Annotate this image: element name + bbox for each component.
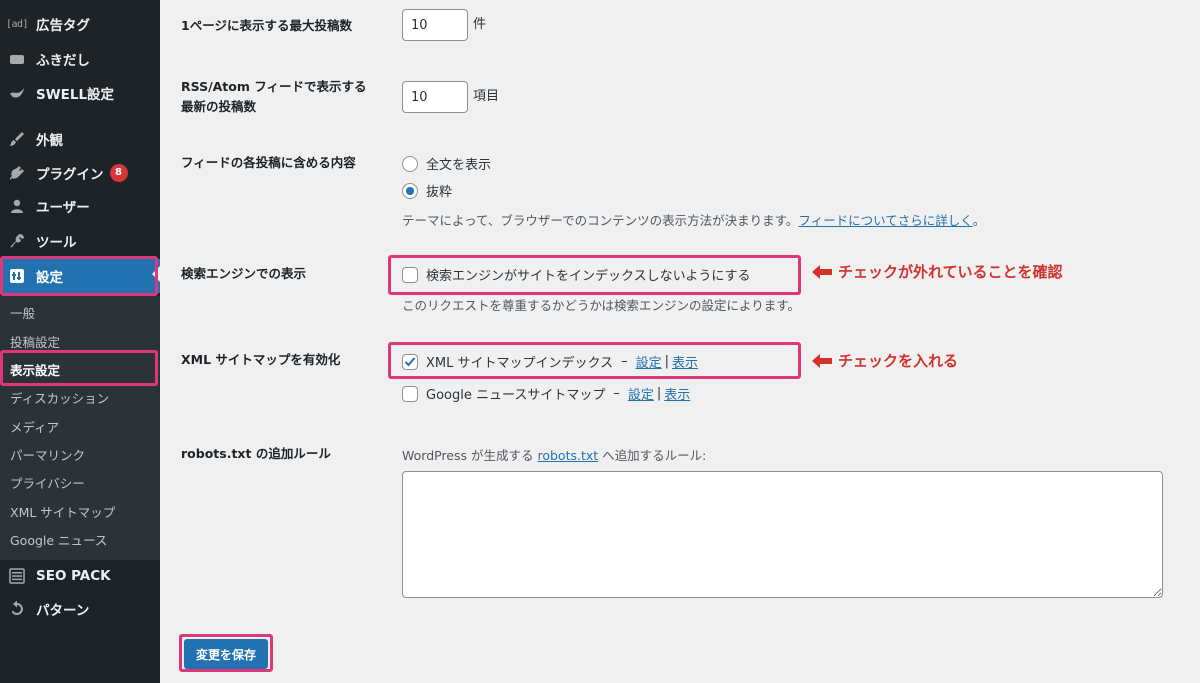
rss-content-label: フィードの各投稿に含める内容: [181, 155, 356, 170]
submenu-item-writing[interactable]: 投稿設定: [0, 328, 160, 354]
paintbrush-icon: [6, 129, 28, 149]
checkmark-icon: [404, 356, 416, 366]
posts-per-rss-unit: 項目: [473, 89, 500, 104]
submenu-item-permalinks[interactable]: パーマリンク: [0, 441, 160, 467]
robots-txt-label: robots.txt の追加ルール: [181, 446, 331, 461]
left-arrow-icon: [812, 264, 832, 279]
checkbox-label: Google ニュースサイトマップ: [426, 388, 606, 403]
ad-icon: [ad]: [5, 18, 29, 30]
menu-item-ad-tag[interactable]: [ad] 広告タグ: [0, 9, 160, 39]
menu-label: ツール: [36, 235, 77, 251]
search-engine-annotation: チェックが外れていることを確認: [812, 261, 1063, 282]
menu-item-plugins[interactable]: プラグイン 8: [0, 158, 160, 188]
posts-per-rss-label-line2: 最新の投稿数: [181, 99, 257, 114]
menu-item-users[interactable]: ユーザー: [0, 191, 160, 221]
posts-per-page-input[interactable]: [402, 9, 468, 41]
sitemap-view-link[interactable]: 表示: [672, 352, 698, 371]
submenu-item-media[interactable]: メディア: [0, 413, 160, 439]
posts-per-rss-label: RSS/Atom フィードで表示する 最新の投稿数: [181, 77, 367, 117]
menu-item-patterns[interactable]: パターン: [0, 594, 160, 624]
update-count-badge: 8: [109, 164, 128, 182]
search-engine-description: このリクエストを尊重するかどうかは検索エンジンの設定によります。: [402, 298, 801, 313]
submenu-item-xml-sitemap[interactable]: XML サイトマップ: [0, 498, 160, 524]
robots-txt-description: WordPress が生成する robots.txt へ追加するルール:: [402, 448, 707, 463]
main-content: 1ページに表示する最大投稿数 件 RSS/Atom フィードで表示する 最新の投…: [160, 0, 1200, 683]
posts-per-page-unit: 件: [473, 17, 487, 32]
menu-item-fukidashi[interactable]: ふきだし: [0, 44, 160, 74]
xml-sitemap-index-option[interactable]: XML サイトマップインデックス – 設定 | 表示: [402, 352, 698, 371]
menu-item-settings[interactable]: 設定: [0, 259, 160, 293]
rss-excerpt-radio[interactable]: 抜粋: [402, 181, 452, 200]
plugin-icon: [6, 163, 28, 183]
feed-help-link[interactable]: フィードについてさらに詳しく: [798, 213, 972, 228]
radio-button[interactable]: [402, 155, 418, 172]
discourage-search-engines-checkbox[interactable]: 検索エンジンがサイトをインデックスしないようにする: [402, 265, 750, 284]
rss-content-description: テーマによって、ブラウザーでのコンテンツの表示方法が決まります。フィードについて…: [402, 213, 986, 228]
save-changes-button[interactable]: 変更を保存: [184, 639, 268, 669]
user-icon: [6, 196, 28, 216]
robots-txt-textarea[interactable]: [402, 471, 1163, 598]
menu-label: SWELL設定: [36, 87, 115, 103]
radio-button-selected[interactable]: [402, 182, 418, 199]
menu-label: SEO PACK: [36, 568, 111, 584]
menu-item-tools[interactable]: ツール: [0, 226, 160, 256]
radio-label: 抜粋: [426, 185, 453, 200]
menu-label: ふきだし: [36, 53, 90, 69]
menu-label: 広告タグ: [36, 18, 90, 34]
wrench-icon: [6, 231, 28, 251]
current-menu-arrow: [152, 266, 160, 282]
checkbox[interactable]: [402, 266, 418, 283]
list-icon: [6, 566, 28, 586]
submenu-item-google-news[interactable]: Google ニュース: [0, 526, 160, 552]
sitemap-settings-link[interactable]: 設定: [636, 352, 662, 371]
menu-label: 外観: [36, 133, 63, 149]
radio-label: 全文を表示: [426, 158, 492, 173]
xml-sitemap-label: XML サイトマップを有効化: [181, 352, 341, 367]
rss-full-text-radio[interactable]: 全文を表示: [402, 154, 491, 173]
undo-icon: [6, 599, 28, 619]
submenu-item-discussion[interactable]: ディスカッション: [0, 384, 160, 410]
menu-item-swell-settings[interactable]: SWELL設定: [0, 78, 160, 108]
menu-label: ユーザー: [36, 200, 90, 216]
news-sitemap-view-link[interactable]: 表示: [664, 384, 690, 403]
settings-icon: [6, 266, 28, 286]
menu-label: パターン: [36, 603, 90, 619]
submenu-item-general[interactable]: 一般: [0, 299, 160, 325]
menu-item-seo-pack[interactable]: SEO PACK: [0, 561, 160, 591]
google-news-sitemap-option[interactable]: Google ニュースサイトマップ – 設定 | 表示: [402, 384, 690, 403]
admin-sidebar: [ad] 広告タグ ふきだし SWELL設定 外観 プラグイン 8 ユーザー ツ…: [0, 0, 160, 683]
xml-sitemap-annotation: チェックを入れる: [812, 350, 958, 371]
menu-item-appearance[interactable]: 外観: [0, 124, 160, 154]
settings-submenu: 一般 投稿設定 表示設定 ディスカッション メディア パーマリンク プライバシー…: [0, 296, 160, 560]
posts-per-page-label: 1ページに表示する最大投稿数: [181, 18, 352, 33]
checkbox-label: 検索エンジンがサイトをインデックスしないようにする: [426, 269, 751, 284]
posts-per-rss-input[interactable]: [402, 81, 468, 113]
search-engine-visibility-label: 検索エンジンでの表示: [181, 266, 307, 281]
checkbox-checked[interactable]: [402, 353, 418, 370]
robots-txt-link[interactable]: robots.txt: [537, 448, 598, 463]
menu-label: プラグイン: [36, 167, 104, 183]
speech-bubble-icon: [6, 49, 28, 69]
checkbox[interactable]: [402, 385, 418, 402]
menu-label: 設定: [36, 270, 63, 286]
checkbox-label: XML サイトマップインデックス: [426, 356, 614, 371]
posts-per-rss-label-line1: RSS/Atom フィードで表示する: [181, 79, 367, 94]
submenu-item-reading[interactable]: 表示設定: [0, 356, 160, 382]
left-arrow-icon: [812, 353, 832, 368]
swell-icon: [6, 83, 28, 103]
news-sitemap-settings-link[interactable]: 設定: [628, 384, 654, 403]
submenu-item-privacy[interactable]: プライバシー: [0, 469, 160, 495]
